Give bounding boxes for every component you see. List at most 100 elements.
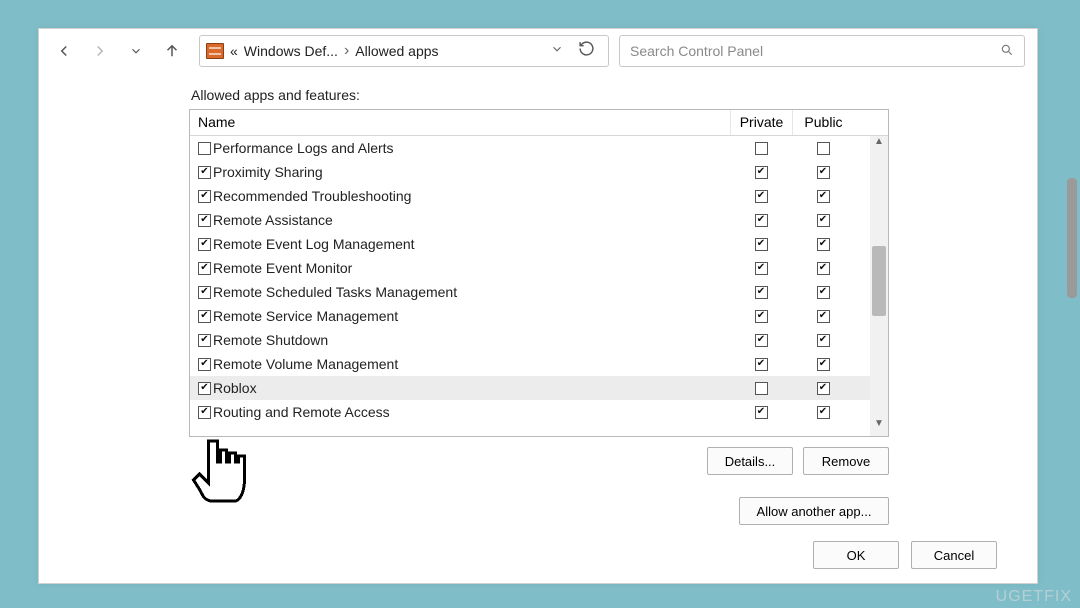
private-checkbox[interactable] bbox=[755, 238, 768, 251]
allowed-apps-panel: Allowed apps and features: Name Private … bbox=[39, 87, 1037, 525]
private-checkbox[interactable] bbox=[755, 310, 768, 323]
breadcrumb-seg-1[interactable]: Windows Def... bbox=[244, 43, 338, 59]
public-checkbox[interactable] bbox=[817, 310, 830, 323]
app-name-label: Remote Assistance bbox=[213, 212, 333, 228]
chevron-down-icon bbox=[550, 42, 564, 56]
column-header-public[interactable]: Public bbox=[792, 110, 854, 135]
dialog-buttons: OK Cancel bbox=[813, 541, 997, 569]
private-checkbox[interactable] bbox=[755, 358, 768, 371]
enable-checkbox[interactable] bbox=[198, 238, 211, 251]
table-row[interactable]: Remote Volume Management bbox=[190, 352, 888, 376]
public-checkbox[interactable] bbox=[817, 358, 830, 371]
private-checkbox[interactable] bbox=[755, 262, 768, 275]
section-label: Allowed apps and features: bbox=[191, 87, 1007, 103]
breadcrumb-bar[interactable]: « Windows Def... › Allowed apps bbox=[199, 35, 609, 67]
private-checkbox[interactable] bbox=[755, 142, 768, 155]
private-checkbox[interactable] bbox=[755, 334, 768, 347]
list-action-buttons: Details... Remove bbox=[189, 447, 889, 475]
cancel-button[interactable]: Cancel bbox=[911, 541, 997, 569]
arrow-left-icon bbox=[55, 42, 73, 60]
table-row[interactable]: Remote Shutdown bbox=[190, 328, 888, 352]
private-checkbox[interactable] bbox=[755, 166, 768, 179]
search-icon bbox=[1000, 43, 1014, 60]
up-button[interactable] bbox=[155, 34, 189, 68]
firewall-icon bbox=[206, 43, 224, 59]
enable-checkbox[interactable] bbox=[198, 358, 211, 371]
enable-checkbox[interactable] bbox=[198, 406, 211, 419]
app-name-label: Routing and Remote Access bbox=[213, 404, 390, 420]
table-row[interactable]: Roblox bbox=[190, 376, 888, 400]
enable-checkbox[interactable] bbox=[198, 334, 211, 347]
allow-another-app-button[interactable]: Allow another app... bbox=[739, 497, 889, 525]
column-header-name[interactable]: Name bbox=[190, 110, 730, 135]
enable-checkbox[interactable] bbox=[198, 142, 211, 155]
app-name-label: Performance Logs and Alerts bbox=[213, 140, 394, 156]
enable-checkbox[interactable] bbox=[198, 310, 211, 323]
private-checkbox[interactable] bbox=[755, 214, 768, 227]
table-row[interactable]: Remote Event Log Management bbox=[190, 232, 888, 256]
search-input[interactable]: Search Control Panel bbox=[619, 35, 1025, 67]
chevron-down-icon bbox=[129, 44, 143, 58]
table-row[interactable]: Performance Logs and Alerts bbox=[190, 136, 888, 160]
table-row[interactable]: Proximity Sharing bbox=[190, 160, 888, 184]
public-checkbox[interactable] bbox=[817, 214, 830, 227]
app-name-label: Remote Scheduled Tasks Management bbox=[213, 284, 457, 300]
breadcrumb-prefix: « bbox=[230, 43, 238, 59]
app-name-label: Remote Event Monitor bbox=[213, 260, 352, 276]
refresh-button[interactable] bbox=[570, 40, 602, 62]
app-name-label: Remote Volume Management bbox=[213, 356, 398, 372]
public-checkbox[interactable] bbox=[817, 238, 830, 251]
arrow-right-icon bbox=[91, 42, 109, 60]
back-button[interactable] bbox=[47, 34, 81, 68]
allowed-apps-list: Name Private Public Performance Logs and… bbox=[189, 109, 889, 437]
enable-checkbox[interactable] bbox=[198, 262, 211, 275]
app-name-label: Roblox bbox=[213, 380, 257, 396]
public-checkbox[interactable] bbox=[817, 190, 830, 203]
scrollbar-thumb[interactable] bbox=[1067, 178, 1077, 298]
list-scrollbar[interactable]: ▲ ▼ bbox=[870, 136, 888, 436]
public-checkbox[interactable] bbox=[817, 334, 830, 347]
table-row[interactable]: Routing and Remote Access bbox=[190, 400, 888, 424]
enable-checkbox[interactable] bbox=[198, 214, 211, 227]
private-checkbox[interactable] bbox=[755, 382, 768, 395]
app-name-label: Proximity Sharing bbox=[213, 164, 323, 180]
private-checkbox[interactable] bbox=[755, 406, 768, 419]
scrollbar-thumb[interactable] bbox=[872, 246, 886, 316]
page-scrollbar[interactable] bbox=[1067, 178, 1077, 398]
recent-dropdown-button[interactable] bbox=[119, 34, 153, 68]
refresh-icon bbox=[578, 40, 595, 57]
enable-checkbox[interactable] bbox=[198, 382, 211, 395]
app-name-label: Remote Event Log Management bbox=[213, 236, 415, 252]
ok-button[interactable]: OK bbox=[813, 541, 899, 569]
scroll-down-icon[interactable]: ▼ bbox=[870, 418, 888, 436]
app-name-label: Recommended Troubleshooting bbox=[213, 188, 411, 204]
details-button[interactable]: Details... bbox=[707, 447, 793, 475]
app-name-label: Remote Shutdown bbox=[213, 332, 328, 348]
public-checkbox[interactable] bbox=[817, 262, 830, 275]
remove-button[interactable]: Remove bbox=[803, 447, 889, 475]
enable-checkbox[interactable] bbox=[198, 166, 211, 179]
public-checkbox[interactable] bbox=[817, 142, 830, 155]
public-checkbox[interactable] bbox=[817, 382, 830, 395]
watermark: UGETFIX bbox=[996, 588, 1072, 606]
enable-checkbox[interactable] bbox=[198, 286, 211, 299]
table-row[interactable]: Remote Service Management bbox=[190, 304, 888, 328]
breadcrumb-dropdown[interactable] bbox=[550, 42, 564, 61]
table-row[interactable]: Remote Event Monitor bbox=[190, 256, 888, 280]
breadcrumb-seg-2[interactable]: Allowed apps bbox=[355, 43, 438, 59]
table-row[interactable]: Recommended Troubleshooting bbox=[190, 184, 888, 208]
public-checkbox[interactable] bbox=[817, 166, 830, 179]
table-row[interactable]: Remote Scheduled Tasks Management bbox=[190, 280, 888, 304]
list-header: Name Private Public bbox=[190, 110, 888, 136]
table-row[interactable]: Remote Assistance bbox=[190, 208, 888, 232]
private-checkbox[interactable] bbox=[755, 286, 768, 299]
public-checkbox[interactable] bbox=[817, 286, 830, 299]
scroll-up-icon[interactable]: ▲ bbox=[870, 136, 888, 154]
search-placeholder: Search Control Panel bbox=[630, 43, 763, 59]
enable-checkbox[interactable] bbox=[198, 190, 211, 203]
control-panel-window: « Windows Def... › Allowed apps Search C… bbox=[38, 28, 1038, 584]
forward-button[interactable] bbox=[83, 34, 117, 68]
public-checkbox[interactable] bbox=[817, 406, 830, 419]
private-checkbox[interactable] bbox=[755, 190, 768, 203]
column-header-private[interactable]: Private bbox=[730, 110, 792, 135]
